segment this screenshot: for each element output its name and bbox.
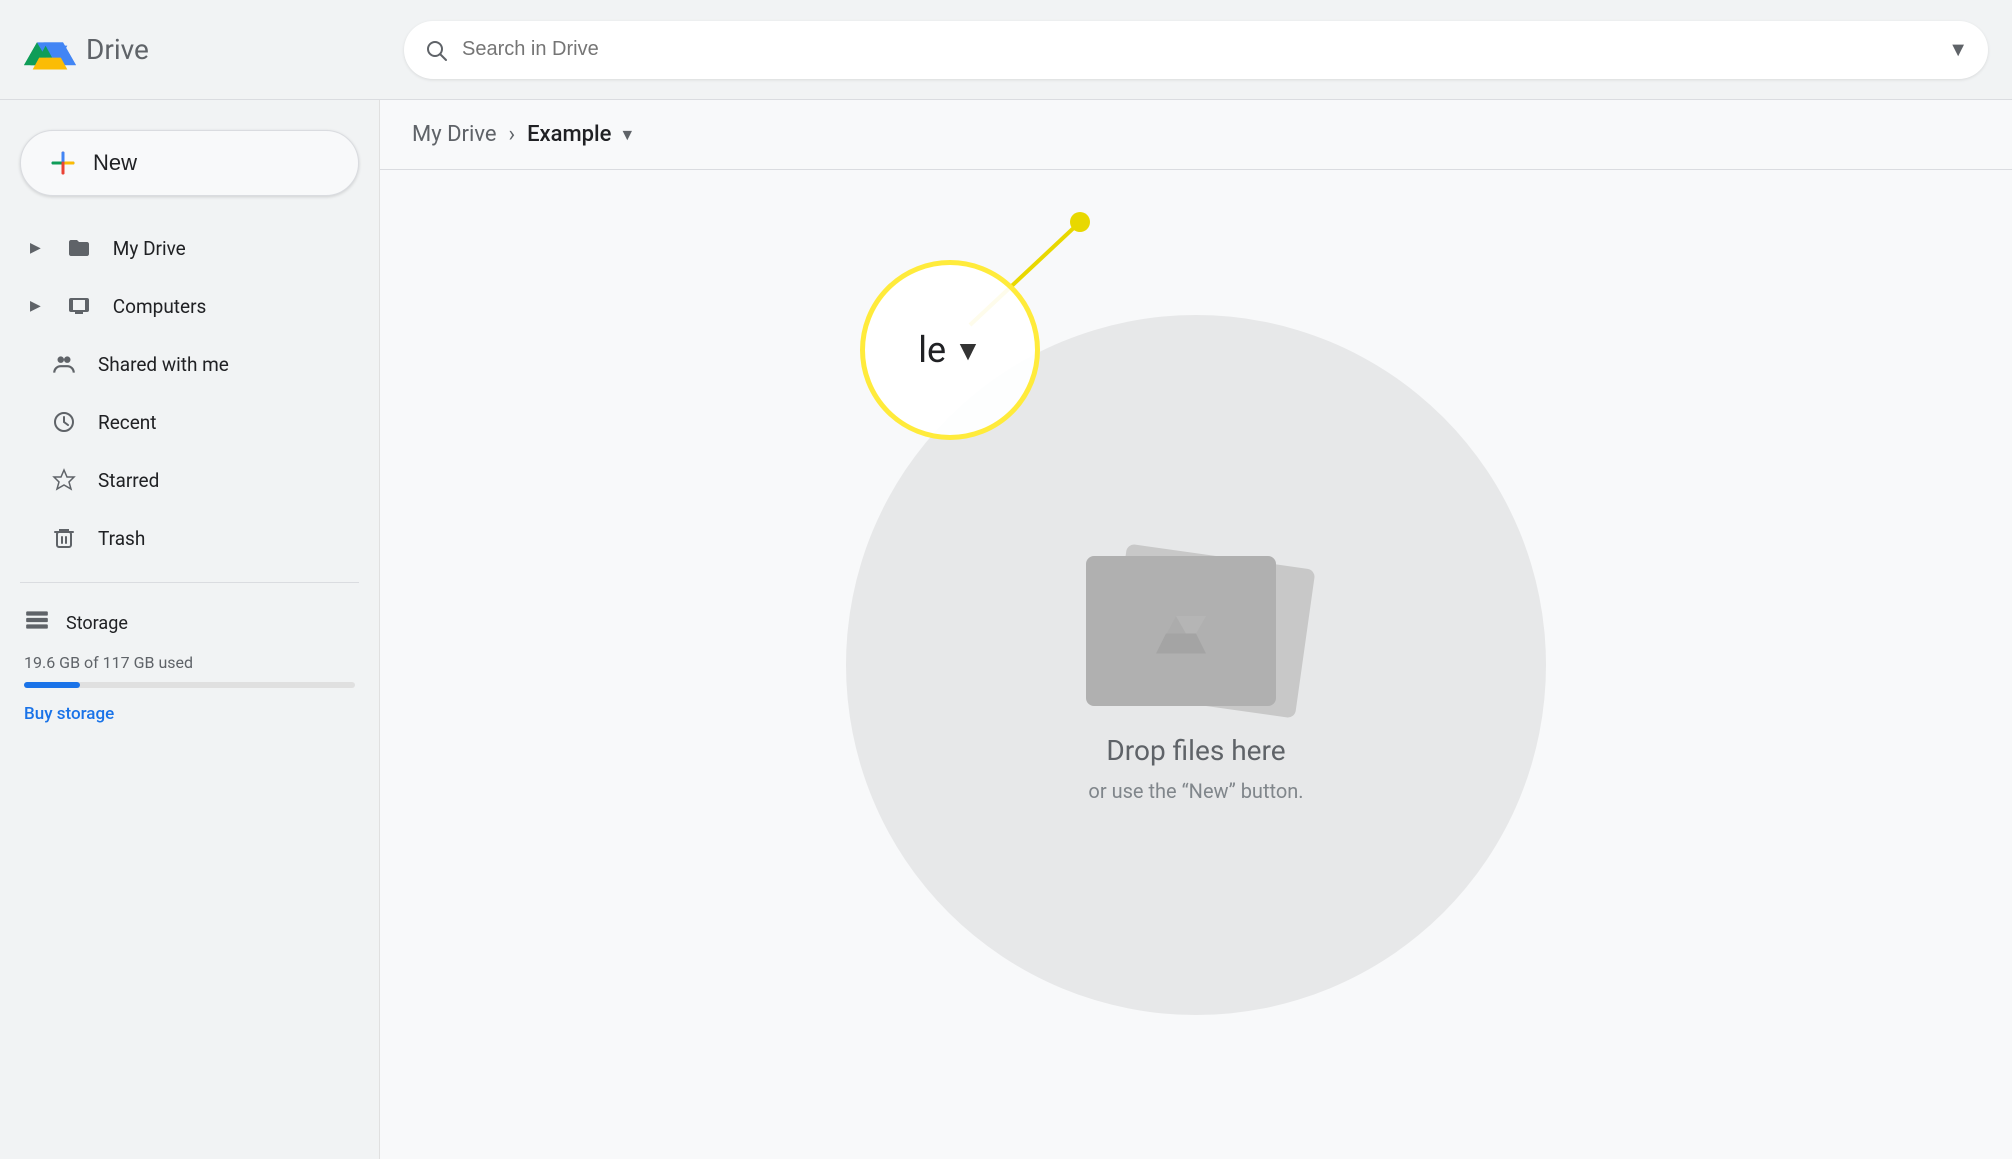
- sidebar-item-recent[interactable]: Recent: [10, 394, 359, 450]
- breadcrumb-separator-icon: ›: [509, 122, 516, 147]
- drop-zone: Drop files here or use the “New” button.…: [380, 170, 2012, 1159]
- drop-subtext: or use the “New” button.: [1088, 779, 1303, 803]
- folder-front-icon: [1086, 556, 1276, 706]
- sidebar-item-shared-label: Shared with me: [98, 353, 229, 376]
- annotation-text: le ▼: [918, 329, 982, 371]
- storage-usage-text: 19.6 GB of 117 GB used: [24, 653, 355, 672]
- logo-area: Drive: [24, 24, 384, 76]
- storage-header: Storage: [24, 607, 355, 639]
- app-title: Drive: [86, 33, 149, 66]
- sidebar-item-starred[interactable]: Starred: [10, 452, 359, 508]
- breadcrumb-parent[interactable]: My Drive: [412, 122, 497, 147]
- computer-icon: [65, 292, 93, 320]
- main-content: My Drive › Example ▼: [380, 100, 2012, 1159]
- empty-state-icon: [1086, 526, 1306, 706]
- folder-icon: [65, 234, 93, 262]
- search-bar[interactable]: ▼: [404, 21, 1988, 79]
- star-icon: [50, 466, 78, 494]
- expand-arrow-computers-icon: ▶: [30, 298, 41, 314]
- sidebar-item-computers-label: Computers: [113, 295, 207, 318]
- storage-section: Storage 19.6 GB of 117 GB used Buy stora…: [0, 607, 379, 724]
- trash-icon: [50, 524, 78, 552]
- breadcrumb-bar: My Drive › Example ▼: [380, 100, 2012, 170]
- storage-icon: [24, 607, 50, 639]
- drop-text: Drop files here: [1106, 734, 1285, 767]
- search-input[interactable]: [462, 38, 1934, 61]
- breadcrumb-current[interactable]: Example ▼: [527, 122, 635, 147]
- clock-icon: [50, 408, 78, 436]
- plus-icon: [49, 149, 77, 177]
- sidebar-item-my-drive-label: My Drive: [113, 237, 186, 260]
- sidebar: New ▶ My Drive ▶: [0, 100, 380, 1159]
- sidebar-nav: ▶ My Drive ▶ Computers: [0, 220, 379, 566]
- buy-storage-link[interactable]: Buy storage: [24, 704, 114, 724]
- sidebar-divider: [20, 582, 359, 583]
- search-dropdown-icon[interactable]: ▼: [1948, 37, 1968, 62]
- breadcrumb-dropdown-icon[interactable]: ▼: [619, 125, 635, 145]
- main-layout: New ▶ My Drive ▶: [0, 100, 2012, 1159]
- header: Drive ▼: [0, 0, 2012, 100]
- breadcrumb-current-label: Example: [527, 122, 611, 147]
- sidebar-item-trash[interactable]: Trash: [10, 510, 359, 566]
- storage-label: Storage: [66, 613, 128, 634]
- storage-bar-fill: [24, 682, 80, 688]
- sidebar-item-shared[interactable]: Shared with me: [10, 336, 359, 392]
- sidebar-item-trash-label: Trash: [98, 527, 145, 550]
- people-icon: [50, 350, 78, 378]
- new-button[interactable]: New: [20, 130, 359, 196]
- annotation-dropdown-icon: ▼: [954, 334, 982, 367]
- drive-logo-icon: [24, 24, 76, 76]
- sidebar-item-recent-label: Recent: [98, 411, 157, 434]
- new-button-label: New: [93, 150, 137, 176]
- sidebar-item-computers[interactable]: ▶ Computers: [10, 278, 359, 334]
- expand-arrow-icon: ▶: [30, 240, 41, 256]
- sidebar-item-my-drive[interactable]: ▶ My Drive: [10, 220, 359, 276]
- drive-watermark-icon: [1151, 601, 1211, 661]
- sidebar-item-starred-label: Starred: [98, 469, 159, 492]
- storage-bar-bg: [24, 682, 355, 688]
- search-icon: [424, 38, 448, 62]
- drop-circle: Drop files here or use the “New” button.: [846, 315, 1546, 1015]
